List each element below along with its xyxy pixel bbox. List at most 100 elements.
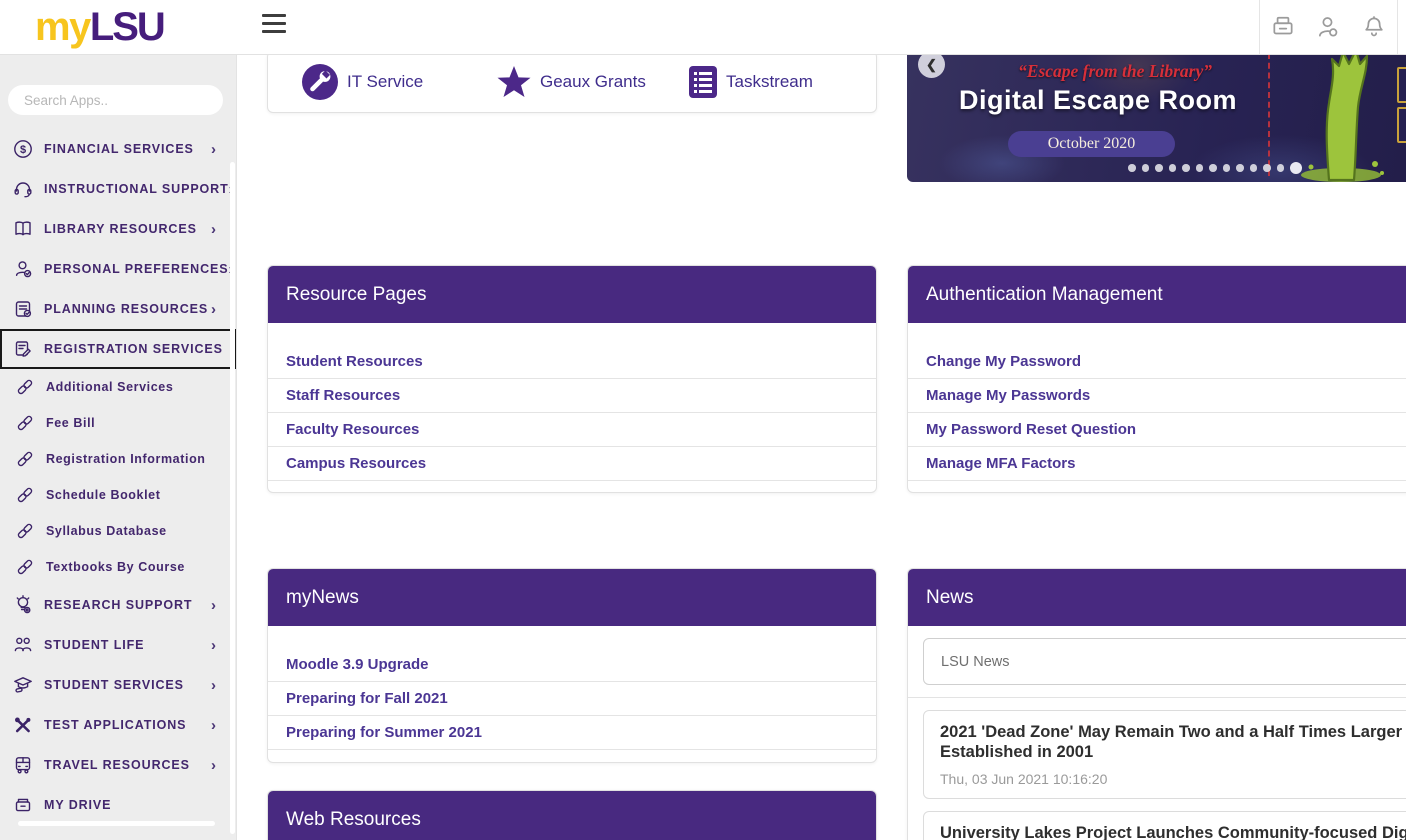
news-filter-row: LSU News <box>908 626 1406 698</box>
link-faculty-resources[interactable]: Faculty Resources <box>286 421 419 438</box>
carousel-dot[interactable] <box>1263 164 1271 172</box>
user-check-icon <box>12 258 34 280</box>
sidebar-item-label: TRAVEL RESOURCES <box>44 758 190 772</box>
card-title: myNews <box>268 569 876 626</box>
carousel-dot[interactable] <box>1223 164 1231 172</box>
sidebar-subitem-schedule-booklet[interactable]: Schedule Booklet <box>0 477 236 513</box>
link-icon <box>14 412 36 434</box>
link-student-resources[interactable]: Student Resources <box>286 353 423 370</box>
resource-pages-card: Resource Pages Student Resources Staff R… <box>267 265 877 493</box>
search-input[interactable] <box>8 85 223 115</box>
chevron-double-down-icon <box>223 342 227 356</box>
tools-icon <box>12 714 34 736</box>
people-icon <box>12 634 34 656</box>
news-item[interactable]: 2021 'Dead Zone' May Remain Two and a Ha… <box>923 710 1406 799</box>
link-row: Preparing for Fall 2021 <box>268 682 876 716</box>
card-title: Resource Pages <box>268 266 876 323</box>
shortcut-geaux-grants[interactable]: Geaux Grants <box>496 65 646 99</box>
carousel-dot[interactable] <box>1128 164 1136 172</box>
logo-my: my <box>35 5 90 49</box>
news-item-title: 2021 'Dead Zone' May Remain Two and a Ha… <box>940 722 1406 742</box>
document-edit-icon <box>12 338 34 360</box>
sidebar-item-financial-services[interactable]: $ FINANCIAL SERVICES › <box>0 129 236 169</box>
carousel-dot[interactable] <box>1250 164 1258 172</box>
print-queue-icon[interactable] <box>1270 14 1296 40</box>
hamburger-menu-icon[interactable] <box>262 14 286 40</box>
carousel-prev-button[interactable]: ❮ <box>918 54 945 78</box>
list-box-icon <box>688 65 718 99</box>
sidebar-subitem-label: Additional Services <box>46 380 173 394</box>
sidebar-item-personal-preferences[interactable]: PERSONAL PREFERENCES › <box>0 249 236 289</box>
link-row: My Password Reset Question <box>908 413 1406 447</box>
main-content: IT Service Geaux Grants Taskstream “Esca… <box>237 54 1406 840</box>
sidebar-item-planning-resources[interactable]: PLANNING RESOURCES › <box>0 289 236 329</box>
account-user-icon[interactable] <box>1315 14 1341 40</box>
sidebar-item-instructional-support[interactable]: INSTRUCTIONAL SUPPORT › <box>0 169 236 209</box>
link-row: Faculty Resources <box>268 413 876 447</box>
sidebar-item-research-support[interactable]: RESEARCH SUPPORT › <box>0 585 236 625</box>
banner-edge-graphic <box>1397 67 1406 103</box>
link-manage-my-passwords[interactable]: Manage My Passwords <box>926 387 1090 404</box>
banner-dashed-line <box>1268 54 1270 176</box>
sidebar-vertical-scrollbar[interactable] <box>230 162 235 834</box>
carousel-dot[interactable] <box>1155 164 1163 172</box>
authentication-management-card: Authentication Management Change My Pass… <box>907 265 1406 493</box>
svg-text:$: $ <box>20 144 26 156</box>
carousel-dot[interactable] <box>1169 164 1177 172</box>
sidebar-subitem-label: Syllabus Database <box>46 524 167 538</box>
mylsu-logo[interactable]: myLSU <box>35 2 164 52</box>
link-row: Staff Resources <box>268 379 876 413</box>
sidebar-item-student-life[interactable]: STUDENT LIFE › <box>0 625 236 665</box>
link-moodle-upgrade[interactable]: Moodle 3.9 Upgrade <box>286 656 429 673</box>
news-item[interactable]: University Lakes Project Launches Commun… <box>923 811 1406 840</box>
sidebar-subitem-registration-information[interactable]: Registration Information <box>0 441 236 477</box>
link-staff-resources[interactable]: Staff Resources <box>286 387 400 404</box>
carousel-dot[interactable] <box>1142 164 1150 172</box>
news-source-select[interactable]: LSU News <box>923 638 1406 685</box>
bus-icon <box>12 754 34 776</box>
sidebar-item-library-resources[interactable]: LIBRARY RESOURCES › <box>0 209 236 249</box>
mynews-card: myNews Moodle 3.9 Upgrade Preparing for … <box>267 568 877 763</box>
shortcut-taskstream[interactable]: Taskstream <box>688 65 813 99</box>
sidebar-subitem-label: Registration Information <box>46 452 206 466</box>
news-card: News LSU News 2021 'Dead Zone' May Remai… <box>907 568 1406 840</box>
carousel-dot[interactable] <box>1196 164 1204 172</box>
link-preparing-fall-2021[interactable]: Preparing for Fall 2021 <box>286 690 448 707</box>
sidebar-item-my-drive[interactable]: MY DRIVE <box>0 785 236 825</box>
link-campus-resources[interactable]: Campus Resources <box>286 455 426 472</box>
sidebar-item-student-services[interactable]: STUDENT SERVICES › <box>0 665 236 705</box>
carousel-dot-active[interactable] <box>1290 162 1302 174</box>
sidebar-item-travel-resources[interactable]: TRAVEL RESOURCES › <box>0 745 236 785</box>
sidebar-item-test-applications[interactable]: TEST APPLICATIONS › <box>0 705 236 745</box>
link-change-my-password[interactable]: Change My Password <box>926 353 1081 370</box>
link-row: Student Resources <box>268 345 876 379</box>
link-password-reset-question[interactable]: My Password Reset Question <box>926 421 1136 438</box>
carousel-dot[interactable] <box>1182 164 1190 172</box>
sidebar-item-label: TEST APPLICATIONS <box>44 718 186 732</box>
graduation-cap-icon <box>12 674 34 696</box>
carousel-dot[interactable] <box>1236 164 1244 172</box>
link-row: Manage MFA Factors <box>908 447 1406 481</box>
news-item-date: Thu, 03 Jun 2021 10:16:20 <box>940 771 1406 787</box>
sidebar-horizontal-scrollbar[interactable] <box>18 821 215 826</box>
sidebar-subitem-additional-services[interactable]: Additional Services <box>0 369 236 405</box>
sidebar-subitem-syllabus-database[interactable]: Syllabus Database <box>0 513 236 549</box>
carousel-dot[interactable] <box>1209 164 1217 172</box>
chevron-right-icon: › <box>211 221 220 238</box>
sidebar-subitem-fee-bill[interactable]: Fee Bill <box>0 405 236 441</box>
chevron-right-icon: › <box>211 597 220 614</box>
sidebar-item-label: RESEARCH SUPPORT <box>44 598 192 612</box>
promo-carousel-banner[interactable]: “Escape from the Library” Digital Escape… <box>907 54 1406 182</box>
carousel-dot[interactable] <box>1277 164 1285 172</box>
sidebar-subitem-textbooks-by-course[interactable]: Textbooks By Course <box>0 549 236 585</box>
dollar-circle-icon: $ <box>12 138 34 160</box>
shortcut-label: IT Service <box>347 72 423 92</box>
link-manage-mfa-factors[interactable]: Manage MFA Factors <box>926 455 1075 472</box>
idea-bulb-icon <box>12 594 34 616</box>
link-preparing-summer-2021[interactable]: Preparing for Summer 2021 <box>286 724 482 741</box>
notifications-bell-icon[interactable] <box>1361 14 1387 40</box>
sidebar-item-label: FINANCIAL SERVICES <box>44 142 194 156</box>
shortcut-it-service[interactable]: IT Service <box>301 63 423 101</box>
sidebar-item-registration-services[interactable]: REGISTRATION SERVICES <box>0 329 236 369</box>
link-icon <box>14 448 36 470</box>
